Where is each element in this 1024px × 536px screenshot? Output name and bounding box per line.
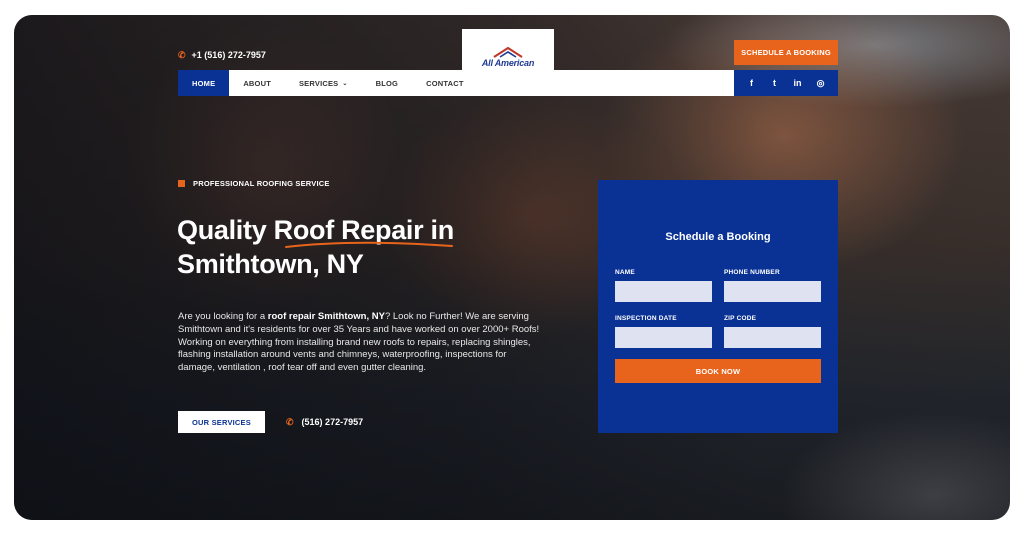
nav-item-label: BLOG — [375, 78, 399, 88]
linkedin-icon[interactable]: in — [793, 78, 803, 88]
header-phone-text: +1 (516) 272-7957 — [191, 50, 266, 60]
phone-icon: ✆ — [178, 50, 186, 60]
phone-number-label: PHONE NUMBER — [724, 269, 780, 276]
chevron-down-icon: ⌄ — [342, 80, 348, 87]
hero-description-prefix: Are you looking for a — [178, 311, 268, 322]
nav-item-about[interactable]: ABOUT — [229, 70, 285, 96]
nav-item-home[interactable]: HOME — [178, 70, 230, 96]
phone-icon: ✆ — [286, 417, 294, 427]
title-underline-swoosh — [285, 241, 453, 248]
zip-code-input[interactable] — [724, 327, 821, 348]
facebook-icon[interactable]: f — [747, 78, 757, 88]
nav-item-label: HOME — [192, 78, 216, 88]
roof-logo-icon — [493, 46, 523, 58]
main-nav: HOME ABOUT SERVICES ⌄ BLOG CONTACT — [178, 70, 734, 96]
nav-item-services[interactable]: SERVICES ⌄ — [285, 70, 362, 96]
our-services-button[interactable]: OUR SERVICES — [178, 411, 265, 433]
nav-item-label: ABOUT — [243, 78, 271, 88]
twitter-icon[interactable]: t — [770, 78, 780, 88]
instagram-icon[interactable]: ◎ — [816, 78, 826, 89]
logo-text: All American — [481, 58, 535, 68]
inspection-date-input[interactable] — [615, 327, 712, 348]
schedule-booking-button[interactable]: SCHEDULE A BOOKING — [734, 40, 838, 65]
hero-description-bold: roof repair Smithtown, NY — [267, 311, 385, 322]
hero-description: Are you looking for a roof repair Smitht… — [178, 311, 540, 375]
hero-phone-text: (516) 272-7957 — [301, 417, 364, 427]
square-bullet-icon — [178, 180, 185, 187]
social-links: f t in ◎ — [734, 70, 838, 96]
booking-form-title: Schedule a Booking — [665, 231, 771, 243]
name-input[interactable] — [615, 281, 712, 302]
nav-item-label: SERVICES — [298, 78, 339, 88]
phone-number-input[interactable] — [724, 281, 821, 302]
hero-background: ✆ +1 (516) 272-7957 All American SCHEDULE… — [14, 15, 1010, 520]
eyebrow-text: PROFESSIONAL ROOFING SERVICE — [193, 179, 330, 188]
hero-phone-link[interactable]: ✆ (516) 272-7957 — [286, 417, 363, 428]
hero-eyebrow: PROFESSIONAL ROOFING SERVICE — [178, 179, 330, 188]
header-phone-link[interactable]: ✆ +1 (516) 272-7957 — [178, 50, 266, 61]
inspection-date-label: INSPECTION DATE — [615, 315, 677, 322]
nav-item-contact[interactable]: CONTACT — [412, 70, 478, 96]
booking-form: Schedule a Booking NAME PHONE NUMBER INS… — [598, 180, 838, 433]
book-now-button[interactable]: BOOK NOW — [615, 359, 821, 383]
nav-item-blog[interactable]: BLOG — [362, 70, 412, 96]
nav-item-label: CONTACT — [426, 78, 464, 88]
name-label: NAME — [615, 269, 635, 276]
zip-code-label: ZIP CODE — [724, 315, 757, 322]
hero-title-line2: Smithtown, NY — [177, 249, 364, 279]
